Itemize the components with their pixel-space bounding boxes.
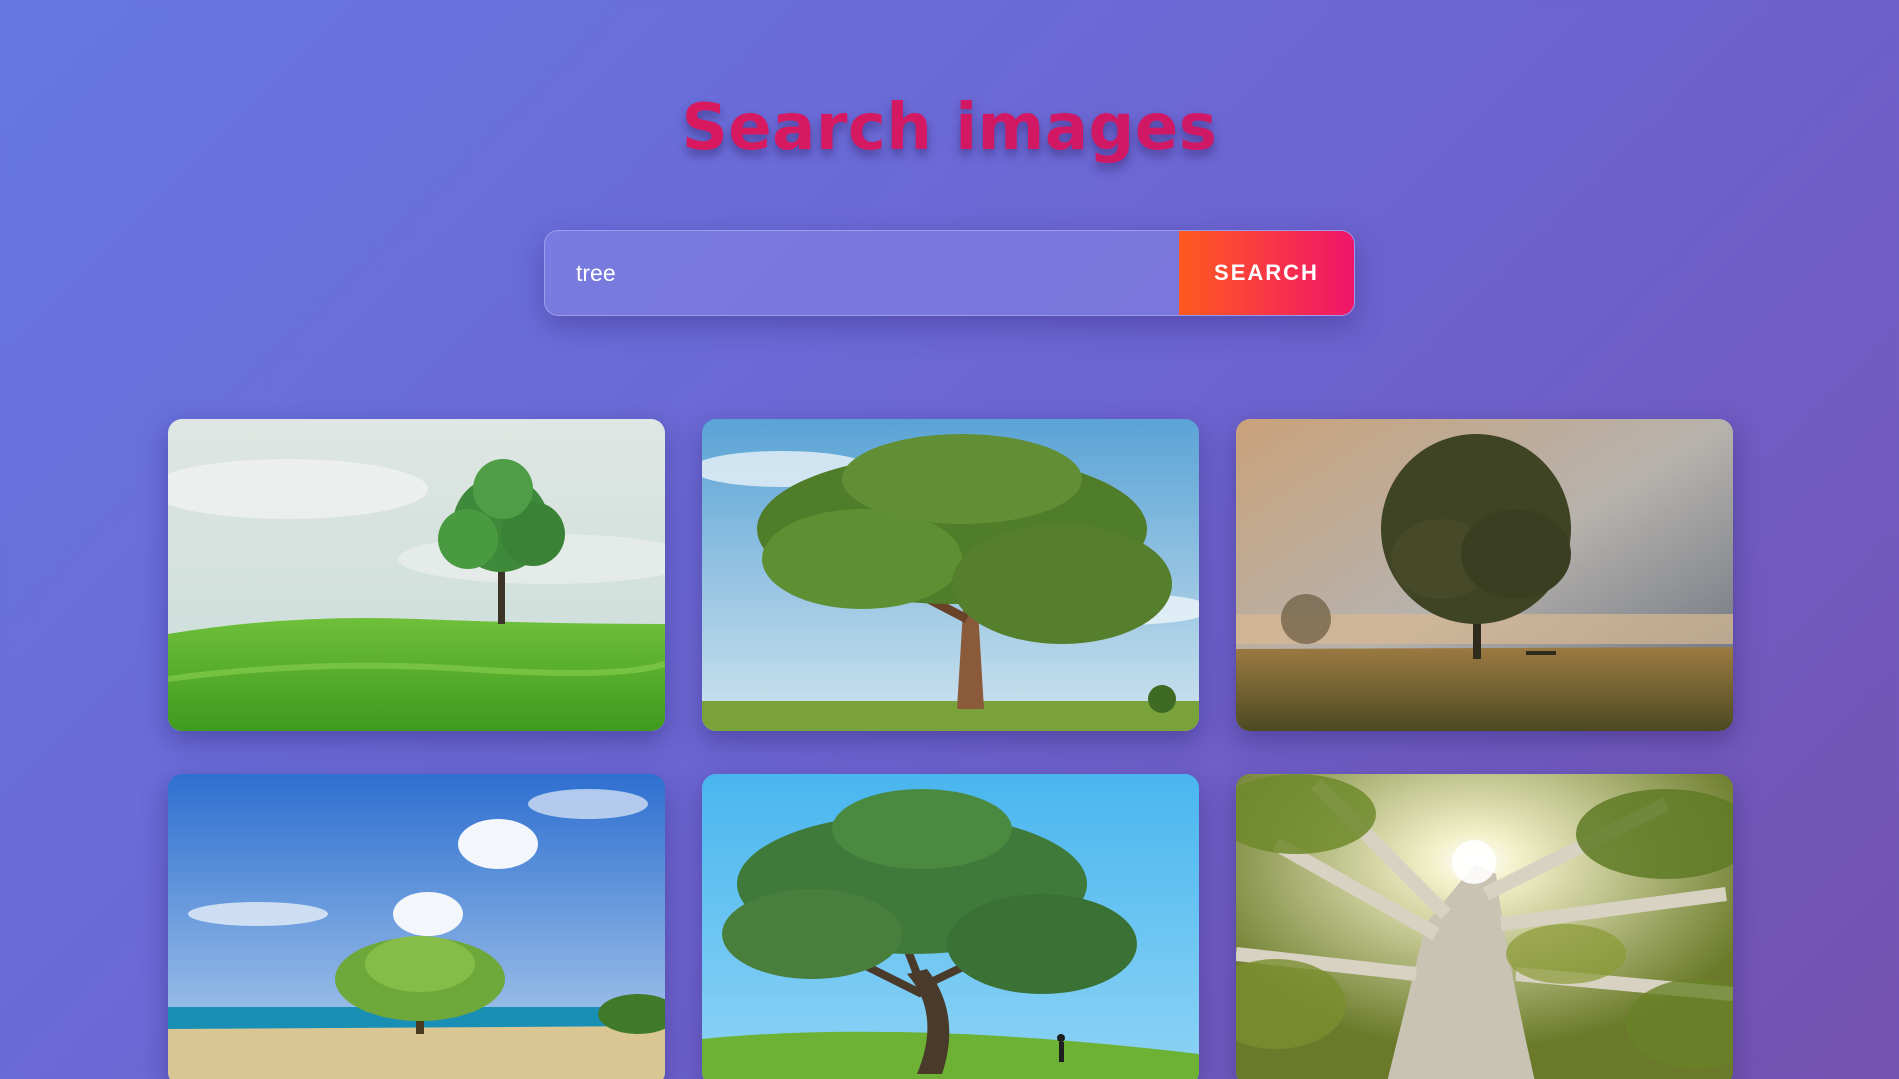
- tree-image: [168, 774, 665, 1079]
- search-bar: SEARCH: [544, 230, 1355, 316]
- page-title: Search images: [0, 78, 1899, 178]
- tree-image: [1236, 419, 1733, 731]
- tree-image: [1236, 774, 1733, 1079]
- search-input[interactable]: [545, 231, 1179, 315]
- search-button[interactable]: SEARCH: [1179, 231, 1354, 315]
- image-result-card[interactable]: [168, 774, 665, 1079]
- tree-image: [168, 419, 665, 731]
- image-result-card[interactable]: [168, 419, 665, 731]
- image-result-card[interactable]: [702, 774, 1199, 1079]
- tree-image: [702, 419, 1199, 731]
- image-result-card[interactable]: [702, 419, 1199, 731]
- image-results-grid: [168, 419, 1733, 1079]
- image-result-card[interactable]: [1236, 774, 1733, 1079]
- image-result-card[interactable]: [1236, 419, 1733, 731]
- tree-image: [702, 774, 1199, 1079]
